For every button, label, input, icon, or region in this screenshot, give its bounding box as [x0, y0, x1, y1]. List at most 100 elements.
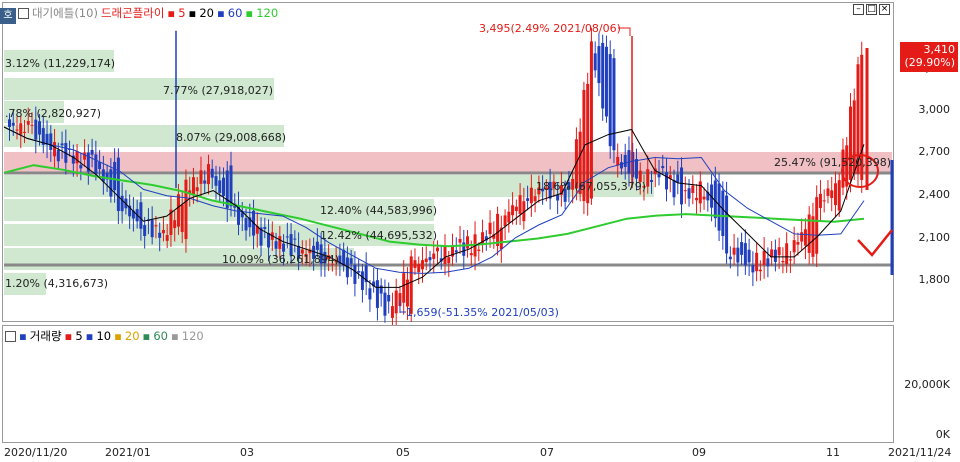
candle-body — [150, 219, 154, 238]
candle-body — [612, 58, 616, 151]
candle-body — [511, 205, 515, 216]
candle-body — [788, 259, 792, 261]
candle-body — [191, 177, 195, 196]
candle-body — [143, 225, 147, 236]
candle-body — [98, 162, 102, 170]
candle-body — [743, 243, 747, 266]
candle-body — [357, 271, 361, 273]
zone-label: 8.07% (29,008,668) — [176, 131, 287, 144]
x-axis-tick: 2021/11/24 — [888, 446, 952, 459]
candle-body — [657, 173, 661, 178]
candle-body — [184, 179, 188, 240]
candle-body — [11, 122, 15, 126]
candle-body — [274, 241, 278, 249]
candle-body — [616, 156, 620, 166]
candle-body — [785, 243, 789, 265]
zone-label: 10.09% (36,261,894) — [222, 253, 340, 266]
candle-body — [218, 180, 222, 193]
candle-body — [725, 195, 729, 254]
candle-body — [19, 123, 23, 135]
candle-body — [203, 180, 207, 184]
candle-body — [38, 121, 42, 135]
candle-body — [368, 288, 372, 300]
candle-body — [23, 131, 27, 133]
candle-body — [676, 174, 680, 183]
vol-ma-5-label[interactable]: 5 — [75, 329, 82, 343]
zone-label: 3.12% (11,229,174) — [5, 57, 116, 70]
vol-ma-20-label[interactable]: 20 — [125, 329, 140, 343]
candle-body — [593, 53, 597, 71]
candle-body — [604, 46, 608, 117]
candle-body — [349, 258, 353, 264]
candle-body — [496, 213, 500, 246]
candle-body — [263, 227, 267, 229]
candle-body — [589, 41, 593, 199]
candle-body — [383, 292, 387, 316]
candle-body — [665, 172, 669, 190]
candle-body — [507, 211, 511, 223]
candle-body — [777, 247, 781, 256]
x-axis-tick: 11 — [826, 446, 840, 459]
candle-body — [556, 194, 560, 201]
candle-body — [413, 260, 417, 268]
candle-body — [811, 216, 815, 257]
candle-body — [601, 42, 605, 109]
vol-ma-120-label[interactable]: 120 — [182, 329, 204, 343]
candle-body — [650, 180, 653, 182]
candle-body — [833, 183, 837, 206]
candle-body — [116, 157, 120, 212]
candle-body — [702, 196, 706, 200]
candle-body — [53, 142, 57, 157]
candle-body — [315, 241, 319, 250]
low-annotation: 1,659(-51.35% 2021/05/03) — [406, 306, 559, 319]
zone-label: 25.47% (91,520,398) — [774, 156, 892, 169]
zone-label: 12.42% (44,695,532) — [320, 229, 438, 242]
vol-ma-60-label[interactable]: 60 — [153, 329, 168, 343]
candle-body — [736, 247, 740, 263]
candle-body — [818, 193, 822, 208]
candle-body — [529, 187, 533, 204]
price-axis-tick: 2,400 — [918, 188, 951, 201]
candle-body — [34, 119, 38, 140]
candle-body — [477, 249, 481, 252]
candle-body — [766, 258, 770, 267]
candle-body — [691, 185, 695, 194]
current-price-tag: 3,410 (29.90%) — [900, 42, 958, 72]
price-axis-tick: 2,100 — [918, 231, 951, 244]
candle-body — [803, 229, 807, 246]
candle-body — [466, 236, 470, 249]
candle-body — [424, 258, 428, 263]
candle-body — [432, 253, 436, 259]
x-axis-tick: 09 — [692, 446, 706, 459]
candle-body — [672, 180, 676, 198]
candle-body — [375, 280, 379, 308]
candle-body — [176, 194, 180, 227]
candle-body — [229, 165, 233, 207]
candle-body — [173, 220, 177, 229]
candle-body — [683, 190, 687, 192]
candle-body — [608, 54, 612, 147]
candle-body — [165, 235, 169, 241]
candle-body — [139, 202, 143, 229]
price-axis-tick: 2,700 — [918, 145, 951, 158]
vol-ma-10-label[interactable]: 10 — [96, 329, 111, 343]
volume-axis-tick: 20,000K — [904, 378, 950, 391]
zone-label: 1.20% (4,316,673) — [5, 277, 109, 290]
candle-body — [390, 306, 394, 318]
candle-body — [158, 232, 162, 238]
candle-body — [113, 161, 117, 191]
candle-body — [56, 149, 60, 162]
candle-body — [773, 249, 777, 262]
candle-body — [822, 200, 826, 202]
candle-body — [83, 152, 87, 160]
candle-body — [278, 236, 282, 249]
volume-legend-checkbox[interactable] — [5, 330, 16, 342]
candle-body — [15, 129, 19, 131]
candle-body — [747, 249, 751, 263]
zone-label: .78% (2,820,927) — [5, 107, 102, 120]
candle-body — [796, 241, 800, 245]
candle-body — [180, 204, 184, 232]
candle-body — [94, 154, 98, 175]
candle-body — [120, 195, 124, 212]
current-change: (29.90%) — [904, 56, 955, 69]
